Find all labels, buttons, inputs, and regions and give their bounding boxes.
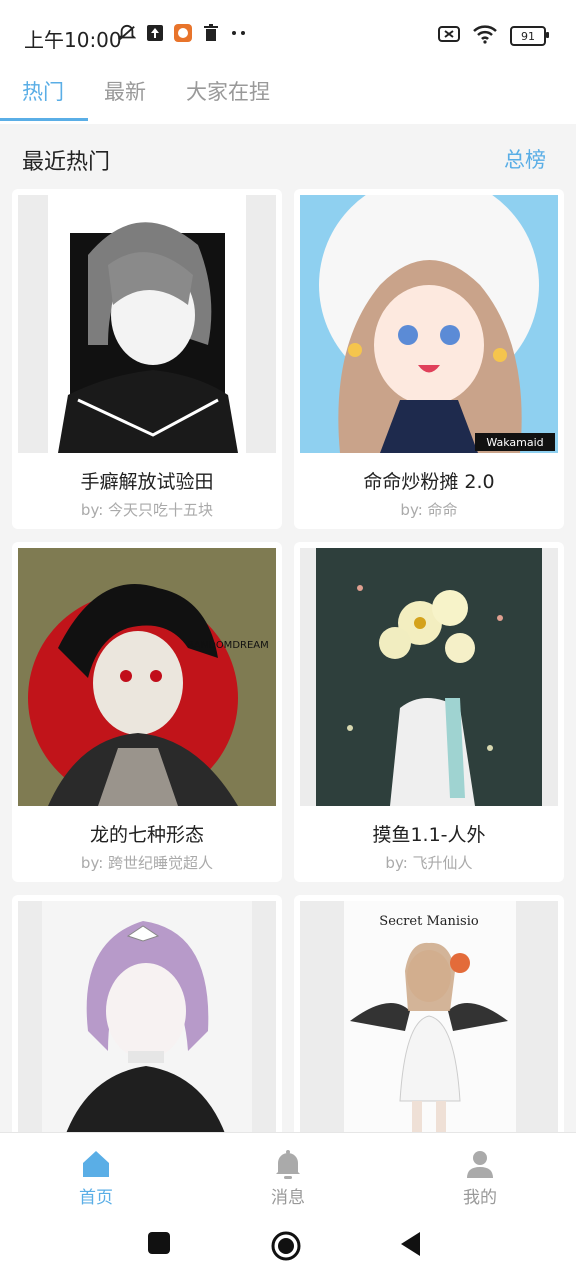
bell-icon <box>271 1147 305 1181</box>
section-title: 最近热门 <box>22 150 111 175</box>
card-thumbnail[interactable]: Secret Manisio <box>300 901 558 1159</box>
home-icon <box>79 1147 113 1181</box>
tab-latest[interactable]: 最新 <box>104 76 146 106</box>
watermark-text: Wakamaid <box>486 436 543 449</box>
system-navigation-bar <box>0 1212 576 1280</box>
card-thumbnail[interactable] <box>18 901 276 1159</box>
nav-home-label: 首页 <box>79 1188 113 1208</box>
leaderboard-link[interactable]: 总榜 <box>504 144 546 174</box>
card-item[interactable]: 手癖解放试验田 by: 今天只吃十五块 <box>12 189 282 529</box>
mute-icon <box>118 24 136 42</box>
card-author: by: 跨世纪睡觉超人 <box>80 854 214 872</box>
trash-icon <box>202 24 220 42</box>
card-item[interactable]: Wakamaid 命命炒粉摊 2.0 by: 命命 <box>294 189 564 529</box>
status-bar: 上午10:00 91 <box>0 0 576 70</box>
artwork-signature: RANDOMDREAM <box>187 640 269 651</box>
tab-everyone-making[interactable]: 大家在捏 <box>186 76 270 106</box>
card-title: 龙的七种形态 <box>89 824 204 846</box>
section-header: 最近热门 总榜 <box>0 124 576 184</box>
card-thumbnail[interactable]: Wakamaid <box>300 195 558 453</box>
card-title: 摸鱼1.1-人外 <box>372 824 486 846</box>
more-dots-icon <box>230 24 248 42</box>
upload-icon <box>146 24 164 42</box>
battery-level: 91 <box>521 29 535 43</box>
card-title: 命命炒粉摊 2.0 <box>363 471 495 493</box>
card-thumbnail[interactable] <box>300 548 558 806</box>
battery-indicator: 91 <box>510 26 549 46</box>
home-button-icon[interactable] <box>270 1230 301 1261</box>
card-thumbnail[interactable] <box>18 195 276 453</box>
nav-messages-label: 消息 <box>271 1188 305 1208</box>
wifi-icon <box>472 24 498 48</box>
artwork-caption: Secret Manisio <box>379 914 479 929</box>
card-title: 手癖解放试验田 <box>80 471 214 493</box>
nav-profile-label: 我的 <box>463 1188 497 1208</box>
nav-profile[interactable]: 我的 <box>420 1147 540 1208</box>
active-tab-indicator <box>0 118 88 121</box>
top-tab-bar: 热门 最新 大家在捏 <box>0 70 576 171</box>
back-icon[interactable] <box>398 1230 428 1260</box>
nav-messages[interactable]: 消息 <box>228 1147 348 1208</box>
tab-hot[interactable]: 热门 <box>22 76 64 106</box>
card-item[interactable]: 摸鱼1.1-人外 by: 飞升仙人 <box>294 542 564 882</box>
no-sim-icon <box>438 25 460 47</box>
recent-apps-icon[interactable] <box>146 1230 176 1260</box>
card-author: by: 飞升仙人 <box>385 854 473 872</box>
card-author: by: 今天只吃十五块 <box>80 501 214 519</box>
status-time: 上午10:00 <box>24 28 122 52</box>
bottom-navigation: 首页 消息 我的 <box>0 1132 576 1213</box>
app-notification-icon <box>174 24 192 42</box>
card-author: by: 命命 <box>400 501 458 519</box>
nav-home[interactable]: 首页 <box>36 1147 156 1208</box>
card-item[interactable]: RANDOMDREAM 龙的七种形态 by: 跨世纪睡觉超人 <box>12 542 282 882</box>
user-icon <box>463 1147 497 1181</box>
card-thumbnail[interactable]: RANDOMDREAM <box>18 548 276 806</box>
